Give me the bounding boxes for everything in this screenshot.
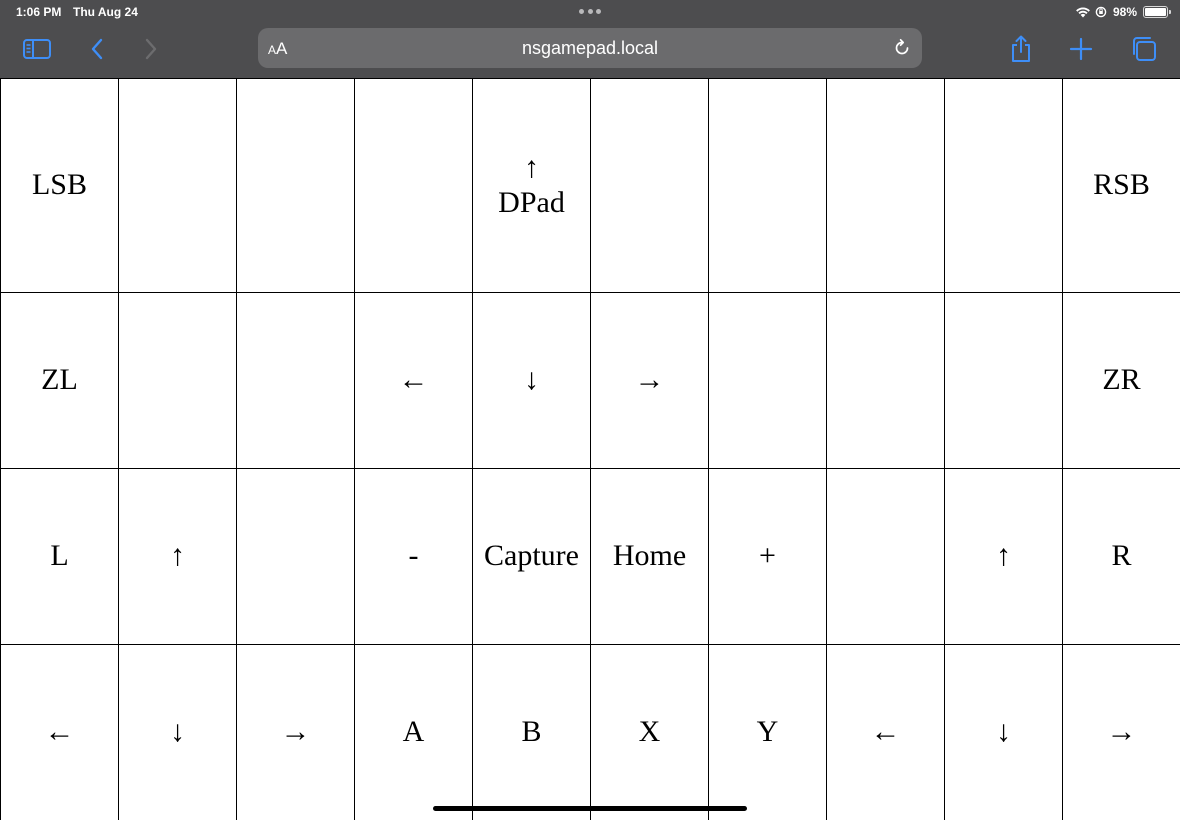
pad-l-button[interactable]: L xyxy=(1,469,119,645)
pad-empty-cell[interactable] xyxy=(945,293,1063,469)
pad-empty-cell[interactable] xyxy=(709,79,827,293)
back-icon[interactable] xyxy=(80,32,114,66)
gamepad-grid: LSB ↑ DPad RSB ZL ← ↓ → ZR L ↑ - Capture Home + ↑ R ← ↓ → A… xyxy=(0,78,1180,820)
pad-empty-cell[interactable] xyxy=(709,293,827,469)
pad-empty-cell[interactable] xyxy=(237,79,355,293)
sidebar-icon[interactable] xyxy=(20,32,54,66)
pad-dpad-down-button[interactable]: ↓ xyxy=(473,293,591,469)
new-tab-icon[interactable] xyxy=(1064,32,1098,66)
pad-dpad-left-button[interactable]: ← xyxy=(355,293,473,469)
forward-icon[interactable] xyxy=(134,32,168,66)
pad-empty-cell[interactable] xyxy=(945,79,1063,293)
home-indicator xyxy=(433,806,747,811)
pad-left-stick-down-button[interactable]: ↓ xyxy=(119,645,237,820)
pad-minus-button[interactable]: - xyxy=(355,469,473,645)
pad-empty-cell[interactable] xyxy=(119,293,237,469)
pad-left-stick-up-button[interactable]: ↑ xyxy=(119,469,237,645)
orientation-lock-icon xyxy=(1095,6,1107,18)
pad-y-button[interactable]: Y xyxy=(709,645,827,820)
pad-zr-button[interactable]: ZR xyxy=(1063,293,1180,469)
pad-empty-cell[interactable] xyxy=(237,293,355,469)
status-bar: 1:06 PM Thu Aug 24 98% xyxy=(0,0,1180,24)
status-time: 1:06 PM xyxy=(16,5,62,19)
pad-rsb-button[interactable]: RSB xyxy=(1063,79,1180,293)
battery-level xyxy=(1145,8,1166,16)
share-icon[interactable] xyxy=(1004,32,1038,66)
address-bar[interactable]: AA nsgamepad.local xyxy=(258,28,922,68)
pad-right-stick-down-button[interactable]: ↓ xyxy=(945,645,1063,820)
reload-icon[interactable] xyxy=(890,36,914,60)
status-indicators: 98% xyxy=(1075,4,1171,20)
pad-empty-cell[interactable] xyxy=(119,79,237,293)
browser-chrome: 1:06 PM Thu Aug 24 98% AA nsgamepad.loca… xyxy=(0,0,1180,78)
pad-capture-button[interactable]: Capture xyxy=(473,469,591,645)
wifi-icon xyxy=(1076,7,1090,18)
pad-right-stick-up-button[interactable]: ↑ xyxy=(945,469,1063,645)
pad-right-stick-left-button[interactable]: ← xyxy=(827,645,945,820)
pad-right-stick-right-button[interactable]: → xyxy=(1063,645,1180,820)
pad-a-button[interactable]: A xyxy=(355,645,473,820)
pad-r-button[interactable]: R xyxy=(1063,469,1180,645)
pad-left-stick-left-button[interactable]: ← xyxy=(1,645,119,820)
url-text[interactable]: nsgamepad.local xyxy=(258,38,922,59)
pad-zl-button[interactable]: ZL xyxy=(1,293,119,469)
pad-b-button[interactable]: B xyxy=(473,645,591,820)
pad-dpad-right-button[interactable]: → xyxy=(591,293,709,469)
pad-empty-cell[interactable] xyxy=(237,469,355,645)
battery-percent: 98% xyxy=(1112,5,1137,19)
pad-x-button[interactable]: X xyxy=(591,645,709,820)
pad-dpad-up-button[interactable]: ↑ DPad xyxy=(473,79,591,293)
pad-empty-cell[interactable] xyxy=(827,293,945,469)
tabs-overview-icon[interactable] xyxy=(1127,32,1161,66)
pad-lsb-button[interactable]: LSB xyxy=(1,79,119,293)
pad-empty-cell[interactable] xyxy=(827,79,945,293)
pad-left-stick-right-button[interactable]: → xyxy=(237,645,355,820)
pad-plus-button[interactable]: + xyxy=(709,469,827,645)
status-date: Thu Aug 24 xyxy=(73,5,138,19)
toolbar: AA nsgamepad.local xyxy=(0,24,1180,78)
battery-icon xyxy=(1143,6,1171,18)
pad-empty-cell[interactable] xyxy=(591,79,709,293)
pad-empty-cell[interactable] xyxy=(827,469,945,645)
multitasking-dots-icon[interactable] xyxy=(579,6,601,16)
pad-home-button[interactable]: Home xyxy=(591,469,709,645)
pad-empty-cell[interactable] xyxy=(355,79,473,293)
